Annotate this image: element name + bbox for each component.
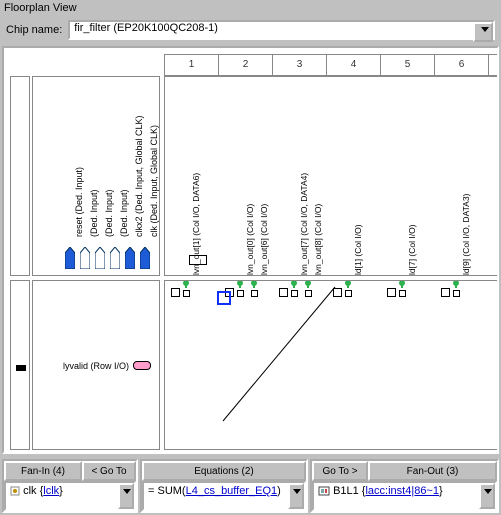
io-label: lvn_out[6] (Col I/O) (259, 204, 269, 275)
fan-in-header[interactable]: Fan-In (4) (4, 461, 82, 481)
equation-prefix: = SUM( (148, 485, 186, 497)
row-gutter-bottom (10, 280, 30, 450)
io-label: ld[9] (Col I/O, DATA3) (461, 194, 471, 275)
row-gutter-top (10, 76, 30, 276)
fan-out-goto-button[interactable]: Go To > (312, 461, 368, 481)
window-title: Floorplan View (0, 0, 501, 16)
net-line (205, 281, 365, 441)
pin-label: (Ded. Input) (119, 189, 129, 237)
floorplan-canvas[interactable]: 123456 reset (Ded. Input) (Ded. Input) (De… (0, 44, 501, 456)
dropdown-arrow-icon[interactable] (288, 483, 304, 509)
fan-in-item-link[interactable]: lclk (43, 485, 59, 497)
dedicated-input-pin[interactable] (140, 247, 150, 269)
fan-out-panel: Go To > Fan-Out (3) B1L1 {lacc:inst4|86~… (310, 459, 499, 513)
column-ruler: 123456 (164, 54, 497, 76)
ruler-tick: 5 (381, 55, 435, 75)
fan-in-item-prefix: clk { (23, 485, 43, 497)
lab-stacks-region (164, 280, 497, 450)
ruler-tick: 1 (165, 55, 219, 75)
dedicated-input-pin[interactable] (65, 247, 75, 269)
fan-in-list[interactable]: clk {lclk} (4, 481, 136, 511)
chip-name-label: Chip name: (6, 24, 62, 36)
dedicated-input-pin[interactable] (110, 247, 120, 269)
fan-out-header[interactable]: Fan-Out (3) (368, 461, 497, 481)
pin-label: (Ded. Input) (104, 189, 114, 237)
io-label: lvn_out[7] (Col I/O, DATA4) (299, 173, 309, 275)
io-column: ld[9] (Col I/O, DATA3) (441, 117, 485, 297)
pin-label: reset (Ded. Input) (74, 167, 84, 237)
dropdown-arrow-icon[interactable] (118, 483, 134, 509)
chevron-down-icon (481, 27, 489, 32)
ruler-tick: 6 (435, 55, 489, 75)
dedicated-input-pin[interactable] (80, 247, 90, 269)
fan-out-item-suffix: } (439, 485, 443, 497)
io-column: lvn_out[0] (Col I/O) lvn_out[6] (Col I/O) (225, 117, 269, 297)
equations-panel: Equations (2) = SUM(L4_cs_buffer_EQ1) (140, 459, 308, 513)
fan-in-goto-button[interactable]: < Go To (82, 461, 136, 481)
ruler-tick: 2 (219, 55, 273, 75)
chip-name-value: fir_filter (EP20K100QC208-1) (74, 22, 218, 34)
io-label: lvn_out[8] (Col I/O) (313, 204, 323, 275)
fan-out-item-link[interactable]: lacc:inst4|86~1 (365, 485, 439, 497)
bottom-panels: Fan-In (4) < Go To clk {lclk} Equations … (0, 457, 501, 515)
chip-name-row: Chip name: fir_filter (EP20K100QC208-1) (0, 16, 501, 44)
top-io-region: lvn_out[1] (Col I/O, DATA6) lvn_out[0] (C… (164, 76, 497, 276)
dedicated-input-pin[interactable] (125, 247, 135, 269)
row-io-pin[interactable] (133, 361, 151, 370)
pin-label: clk (Ded. Input, Global CLK) (149, 125, 159, 237)
chip-name-select[interactable]: fir_filter (EP20K100QC208-1) (68, 20, 495, 40)
selection-box[interactable] (217, 291, 231, 305)
ruler-tick: 4 (327, 55, 381, 75)
io-column: ld[1] (Col I/O) (333, 117, 377, 297)
io-label: ld[7] (Col I/O) (407, 224, 417, 275)
fan-out-list[interactable]: B1L1 {lacc:inst4|86~1} (312, 481, 497, 511)
equation-suffix: ) (277, 485, 281, 497)
dedicated-inputs-region: reset (Ded. Input) (Ded. Input) (Ded. Inpu… (32, 76, 160, 276)
equations-header[interactable]: Equations (2) (142, 461, 306, 481)
row-io-label: lyvalid (Row I/O) (63, 361, 129, 371)
dropdown-arrow-icon[interactable] (479, 483, 495, 509)
fan-in-item-suffix: } (59, 485, 63, 497)
pin-label: clkx2 (Ded. Input, Global CLK) (134, 115, 144, 237)
pin-icon (10, 486, 20, 496)
io-label: lvn_out[0] (Col I/O) (245, 204, 255, 275)
io-column: lvn_out[1] (Col I/O, DATA6) (171, 117, 215, 297)
equations-list[interactable]: = SUM(L4_cs_buffer_EQ1) (142, 481, 306, 511)
io-label: ld[1] (Col I/O) (353, 224, 363, 275)
row-io-region: lyvalid (Row I/O) (32, 280, 160, 450)
pin-label: (Ded. Input) (89, 189, 99, 237)
fan-out-item-prefix: B1L1 { (333, 485, 365, 497)
dedicated-input-pin[interactable] (95, 247, 105, 269)
io-label: lvn_out[1] (Col I/O, DATA6) (191, 173, 201, 275)
io-column: ld[7] (Col I/O) (387, 117, 431, 297)
io-column: lvn_out[7] (Col I/O, DATA4) lvn_out[8] (C… (279, 117, 323, 297)
ruler-tick: 3 (273, 55, 327, 75)
equation-link[interactable]: L4_cs_buffer_EQ1 (186, 485, 278, 497)
fan-in-panel: Fan-In (4) < Go To clk {lclk} (2, 459, 138, 513)
flipflop-icon (318, 486, 330, 496)
